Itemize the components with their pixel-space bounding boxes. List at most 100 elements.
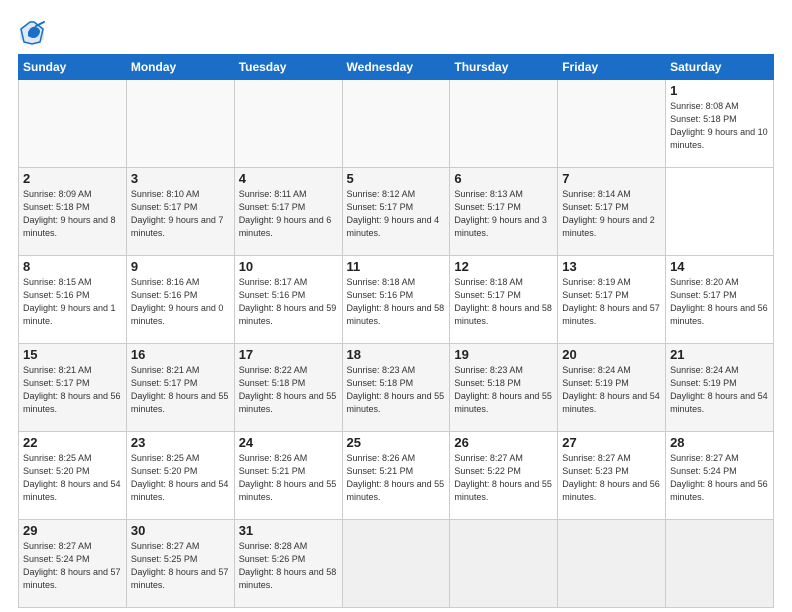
day-info: Sunrise: 8:23 AMSunset: 5:18 PMDaylight:… <box>347 364 446 416</box>
calendar-header-row: SundayMondayTuesdayWednesdayThursdayFrid… <box>19 55 774 80</box>
day-cell: 7 Sunrise: 8:14 AMSunset: 5:17 PMDaylight… <box>558 168 666 256</box>
empty-day-cell <box>666 520 774 608</box>
day-number: 8 <box>23 259 122 274</box>
day-info: Sunrise: 8:13 AMSunset: 5:17 PMDaylight:… <box>454 188 553 240</box>
day-cell: 23 Sunrise: 8:25 AMSunset: 5:20 PMDayligh… <box>126 432 234 520</box>
day-cell: 15Sunrise: 8:21 AMSunset: 5:17 PMDayligh… <box>19 344 127 432</box>
day-info: Sunrise: 8:24 AMSunset: 5:19 PMDaylight:… <box>670 364 769 416</box>
day-info: Sunrise: 8:26 AMSunset: 5:21 PMDaylight:… <box>347 452 446 504</box>
day-cell: 9 Sunrise: 8:16 AMSunset: 5:16 PMDaylight… <box>126 256 234 344</box>
day-number: 18 <box>347 347 446 362</box>
day-number: 2 <box>23 171 122 186</box>
day-info: Sunrise: 8:23 AMSunset: 5:18 PMDaylight:… <box>454 364 553 416</box>
day-cell: 31 Sunrise: 8:28 AMSunset: 5:26 PMDayligh… <box>234 520 342 608</box>
empty-day-cell <box>558 520 666 608</box>
calendar-week-row: 22 Sunrise: 8:25 AMSunset: 5:20 PMDayligh… <box>19 432 774 520</box>
empty-day-cell <box>126 80 234 168</box>
day-info: Sunrise: 8:14 AMSunset: 5:17 PMDaylight:… <box>562 188 661 240</box>
empty-day-cell <box>450 520 558 608</box>
day-number: 11 <box>347 259 446 274</box>
day-number: 29 <box>23 523 122 538</box>
day-number: 12 <box>454 259 553 274</box>
day-cell: 13 Sunrise: 8:19 AMSunset: 5:17 PMDayligh… <box>558 256 666 344</box>
day-info: Sunrise: 8:22 AMSunset: 5:18 PMDaylight:… <box>239 364 338 416</box>
day-cell: 3 Sunrise: 8:10 AMSunset: 5:17 PMDaylight… <box>126 168 234 256</box>
day-number: 9 <box>131 259 230 274</box>
day-cell: 6 Sunrise: 8:13 AMSunset: 5:17 PMDaylight… <box>450 168 558 256</box>
day-number: 10 <box>239 259 338 274</box>
logo <box>18 18 48 46</box>
day-info: Sunrise: 8:28 AMSunset: 5:26 PMDaylight:… <box>239 540 338 592</box>
day-number: 7 <box>562 171 661 186</box>
day-number: 30 <box>131 523 230 538</box>
day-number: 26 <box>454 435 553 450</box>
day-cell: 21Sunrise: 8:24 AMSunset: 5:19 PMDayligh… <box>666 344 774 432</box>
calendar-week-row: 2 Sunrise: 8:09 AMSunset: 5:18 PMDaylight… <box>19 168 774 256</box>
day-of-week-header: Monday <box>126 55 234 80</box>
day-info: Sunrise: 8:12 AMSunset: 5:17 PMDaylight:… <box>347 188 446 240</box>
empty-day-cell <box>558 80 666 168</box>
day-info: Sunrise: 8:11 AMSunset: 5:17 PMDaylight:… <box>239 188 338 240</box>
day-number: 6 <box>454 171 553 186</box>
day-cell: 8 Sunrise: 8:15 AMSunset: 5:16 PMDaylight… <box>19 256 127 344</box>
calendar-week-row: 15Sunrise: 8:21 AMSunset: 5:17 PMDayligh… <box>19 344 774 432</box>
day-info: Sunrise: 8:17 AMSunset: 5:16 PMDaylight:… <box>239 276 338 328</box>
day-info: Sunrise: 8:09 AMSunset: 5:18 PMDaylight:… <box>23 188 122 240</box>
day-number: 13 <box>562 259 661 274</box>
day-number: 28 <box>670 435 769 450</box>
day-cell: 5 Sunrise: 8:12 AMSunset: 5:17 PMDaylight… <box>342 168 450 256</box>
day-cell: 20 Sunrise: 8:24 AMSunset: 5:19 PMDayligh… <box>558 344 666 432</box>
day-number: 23 <box>131 435 230 450</box>
empty-day-cell <box>342 520 450 608</box>
day-cell: 25 Sunrise: 8:26 AMSunset: 5:21 PMDayligh… <box>342 432 450 520</box>
day-number: 4 <box>239 171 338 186</box>
day-number: 31 <box>239 523 338 538</box>
day-info: Sunrise: 8:21 AMSunset: 5:17 PMDaylight:… <box>131 364 230 416</box>
day-number: 20 <box>562 347 661 362</box>
day-number: 19 <box>454 347 553 362</box>
day-number: 3 <box>131 171 230 186</box>
day-number: 14 <box>670 259 769 274</box>
day-number: 24 <box>239 435 338 450</box>
calendar-week-row: 1Sunrise: 8:08 AMSunset: 5:18 PMDaylight… <box>19 80 774 168</box>
day-info: Sunrise: 8:18 AMSunset: 5:17 PMDaylight:… <box>454 276 553 328</box>
day-of-week-header: Sunday <box>19 55 127 80</box>
day-cell: 29 Sunrise: 8:27 AMSunset: 5:24 PMDayligh… <box>19 520 127 608</box>
day-of-week-header: Saturday <box>666 55 774 80</box>
day-cell: 1Sunrise: 8:08 AMSunset: 5:18 PMDaylight… <box>666 80 774 168</box>
day-info: Sunrise: 8:27 AMSunset: 5:24 PMDaylight:… <box>23 540 122 592</box>
day-number: 1 <box>670 83 769 98</box>
day-info: Sunrise: 8:21 AMSunset: 5:17 PMDaylight:… <box>23 364 122 416</box>
day-number: 22 <box>23 435 122 450</box>
day-info: Sunrise: 8:25 AMSunset: 5:20 PMDaylight:… <box>23 452 122 504</box>
day-cell: 16 Sunrise: 8:21 AMSunset: 5:17 PMDayligh… <box>126 344 234 432</box>
day-number: 16 <box>131 347 230 362</box>
day-cell: 14Sunrise: 8:20 AMSunset: 5:17 PMDayligh… <box>666 256 774 344</box>
logo-icon <box>18 18 46 46</box>
empty-day-cell <box>234 80 342 168</box>
day-number: 5 <box>347 171 446 186</box>
day-info: Sunrise: 8:18 AMSunset: 5:16 PMDaylight:… <box>347 276 446 328</box>
day-cell: 28 Sunrise: 8:27 AMSunset: 5:24 PMDayligh… <box>666 432 774 520</box>
day-info: Sunrise: 8:10 AMSunset: 5:17 PMDaylight:… <box>131 188 230 240</box>
day-number: 25 <box>347 435 446 450</box>
day-info: Sunrise: 8:24 AMSunset: 5:19 PMDaylight:… <box>562 364 661 416</box>
day-info: Sunrise: 8:27 AMSunset: 5:24 PMDaylight:… <box>670 452 769 504</box>
day-cell: 22 Sunrise: 8:25 AMSunset: 5:20 PMDayligh… <box>19 432 127 520</box>
day-cell: 12 Sunrise: 8:18 AMSunset: 5:17 PMDayligh… <box>450 256 558 344</box>
day-info: Sunrise: 8:19 AMSunset: 5:17 PMDaylight:… <box>562 276 661 328</box>
day-number: 17 <box>239 347 338 362</box>
day-cell: 18 Sunrise: 8:23 AMSunset: 5:18 PMDayligh… <box>342 344 450 432</box>
day-info: Sunrise: 8:15 AMSunset: 5:16 PMDaylight:… <box>23 276 122 328</box>
day-info: Sunrise: 8:27 AMSunset: 5:22 PMDaylight:… <box>454 452 553 504</box>
day-info: Sunrise: 8:26 AMSunset: 5:21 PMDaylight:… <box>239 452 338 504</box>
day-info: Sunrise: 8:16 AMSunset: 5:16 PMDaylight:… <box>131 276 230 328</box>
day-cell: 30 Sunrise: 8:27 AMSunset: 5:25 PMDayligh… <box>126 520 234 608</box>
empty-day-cell <box>19 80 127 168</box>
day-cell: 27Sunrise: 8:27 AMSunset: 5:23 PMDayligh… <box>558 432 666 520</box>
day-info: Sunrise: 8:27 AMSunset: 5:23 PMDaylight:… <box>562 452 661 504</box>
day-info: Sunrise: 8:25 AMSunset: 5:20 PMDaylight:… <box>131 452 230 504</box>
day-cell: 26 Sunrise: 8:27 AMSunset: 5:22 PMDayligh… <box>450 432 558 520</box>
day-info: Sunrise: 8:27 AMSunset: 5:25 PMDaylight:… <box>131 540 230 592</box>
day-cell: 10 Sunrise: 8:17 AMSunset: 5:16 PMDayligh… <box>234 256 342 344</box>
